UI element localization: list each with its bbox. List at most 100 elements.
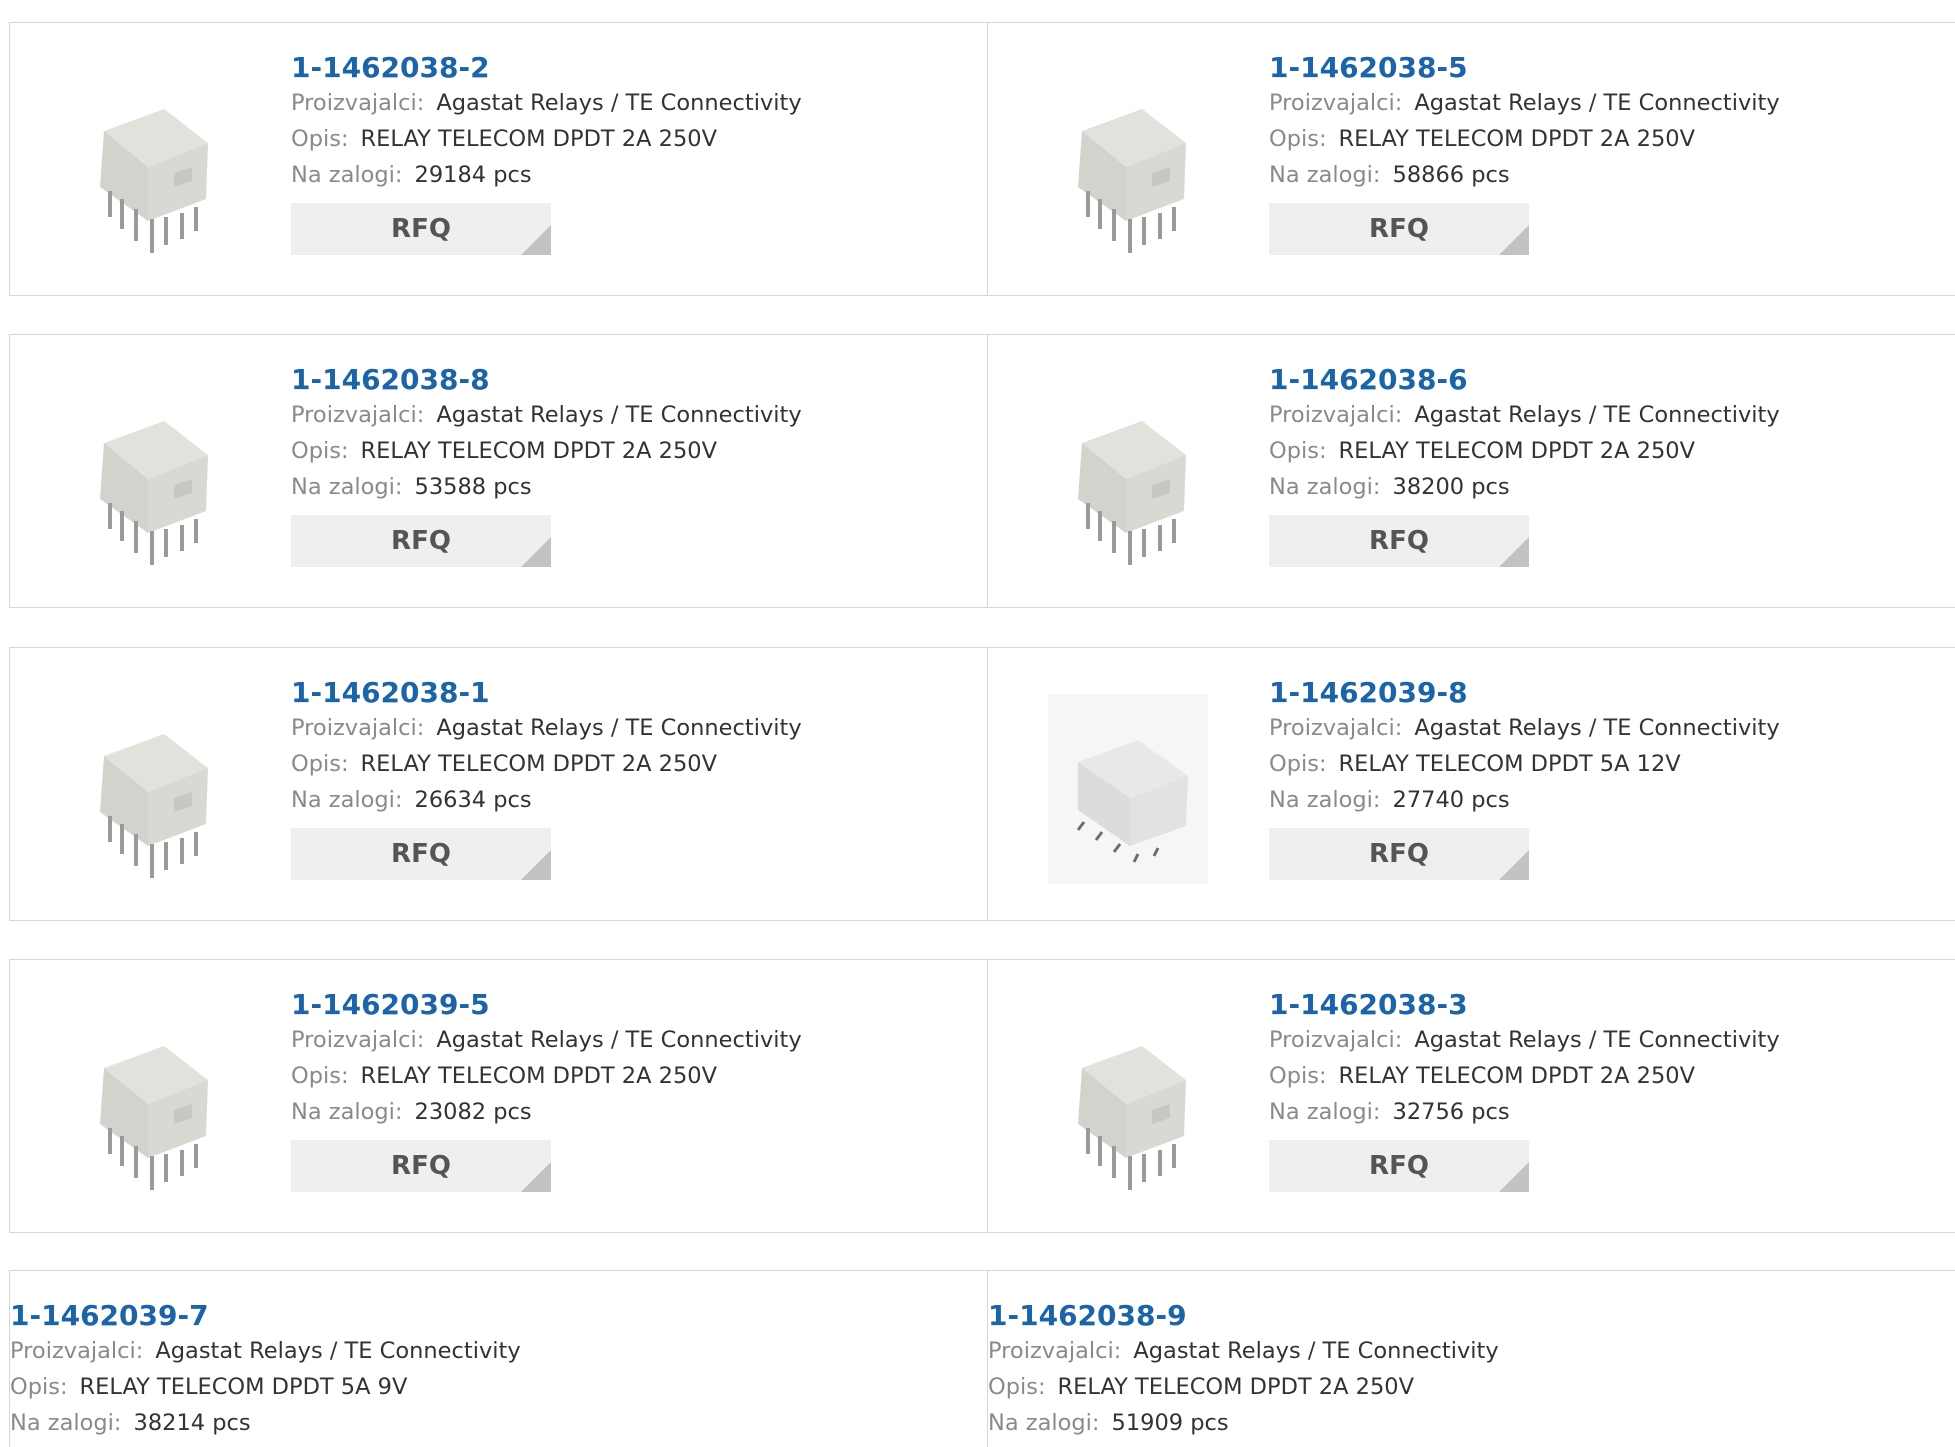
product-info: 1-1462038-9 Proizvajalci: Agastat Relays … bbox=[988, 1299, 1499, 1441]
stock-value: 32756 pcs bbox=[1392, 1099, 1510, 1125]
product-card: 1-1462038-6 Proizvajalci: Agastat Relays … bbox=[988, 335, 1955, 607]
stock-row: Na zalogi: 23082 pcs bbox=[291, 1094, 802, 1130]
stock-row: Na zalogi: 58866 pcs bbox=[1269, 157, 1780, 193]
stock-label: Na zalogi: bbox=[1269, 474, 1381, 500]
manufacturer-row: Proizvajalci: Agastat Relays / TE Connect… bbox=[988, 1333, 1499, 1369]
corner-triangle-icon bbox=[521, 850, 551, 880]
manufacturer-value: Agastat Relays / TE Connectivity bbox=[1414, 90, 1780, 116]
description-label: Opis: bbox=[291, 126, 349, 152]
manufacturer-value: Agastat Relays / TE Connectivity bbox=[1414, 402, 1780, 428]
description-row: Opis: RELAY TELECOM DPDT 5A 9V bbox=[10, 1369, 521, 1405]
manufacturer-value: Agastat Relays / TE Connectivity bbox=[1133, 1338, 1499, 1364]
description-value: RELAY TELECOM DPDT 2A 250V bbox=[360, 1063, 717, 1089]
product-part-link[interactable]: 1-1462038-9 bbox=[988, 1299, 1499, 1333]
manufacturer-label: Proizvajalci: bbox=[10, 1338, 144, 1364]
description-label: Opis: bbox=[1269, 438, 1327, 464]
product-image[interactable] bbox=[1048, 1006, 1208, 1196]
manufacturer-label: Proizvajalci: bbox=[291, 1027, 425, 1053]
manufacturer-row: Proizvajalci: Agastat Relays / TE Connect… bbox=[1269, 85, 1780, 121]
relay-image-icon bbox=[1048, 694, 1208, 884]
manufacturer-label: Proizvajalci: bbox=[1269, 715, 1403, 741]
rfq-button[interactable]: RFQ bbox=[1269, 828, 1529, 880]
manufacturer-value: Agastat Relays / TE Connectivity bbox=[436, 715, 802, 741]
description-value: RELAY TELECOM DPDT 5A 12V bbox=[1338, 751, 1681, 777]
manufacturer-label: Proizvajalci: bbox=[1269, 90, 1403, 116]
rfq-label: RFQ bbox=[1369, 1151, 1429, 1181]
stock-value: 26634 pcs bbox=[414, 787, 532, 813]
product-card: 1-1462038-2 Proizvajalci: Agastat Relays … bbox=[10, 23, 988, 295]
description-label: Opis: bbox=[291, 751, 349, 777]
product-image[interactable] bbox=[1048, 69, 1208, 259]
description-label: Opis: bbox=[1269, 751, 1327, 777]
description-value: RELAY TELECOM DPDT 2A 250V bbox=[1338, 438, 1695, 464]
product-image[interactable] bbox=[70, 69, 230, 259]
manufacturer-row: Proizvajalci: Agastat Relays / TE Connect… bbox=[1269, 1022, 1780, 1058]
stock-value: 38200 pcs bbox=[1392, 474, 1510, 500]
manufacturer-row: Proizvajalci: Agastat Relays / TE Connect… bbox=[291, 397, 802, 433]
description-label: Opis: bbox=[10, 1374, 68, 1400]
product-part-link[interactable]: 1-1462039-8 bbox=[1269, 676, 1780, 710]
manufacturer-label: Proizvajalci: bbox=[988, 1338, 1122, 1364]
product-image[interactable] bbox=[70, 694, 230, 884]
rfq-button[interactable]: RFQ bbox=[1269, 203, 1529, 255]
relay-image-icon bbox=[1048, 381, 1208, 571]
product-card: 1-1462038-3 Proizvajalci: Agastat Relays … bbox=[988, 960, 1955, 1232]
product-image[interactable] bbox=[1048, 694, 1208, 884]
product-part-link[interactable]: 1-1462039-7 bbox=[10, 1299, 521, 1333]
product-image[interactable] bbox=[1048, 381, 1208, 571]
manufacturer-label: Proizvajalci: bbox=[291, 715, 425, 741]
product-info: 1-1462038-2 Proizvajalci: Agastat Relays … bbox=[291, 51, 802, 255]
product-card: 1-1462039-7 Proizvajalci: Agastat Relays … bbox=[10, 1271, 988, 1447]
manufacturer-value: Agastat Relays / TE Connectivity bbox=[436, 1027, 802, 1053]
product-part-link[interactable]: 1-1462038-8 bbox=[291, 363, 802, 397]
manufacturer-label: Proizvajalci: bbox=[291, 90, 425, 116]
description-row: Opis: RELAY TELECOM DPDT 2A 250V bbox=[1269, 121, 1780, 157]
product-image[interactable] bbox=[70, 381, 230, 571]
manufacturer-row: Proizvajalci: Agastat Relays / TE Connect… bbox=[1269, 397, 1780, 433]
manufacturer-row: Proizvajalci: Agastat Relays / TE Connect… bbox=[1269, 710, 1780, 746]
rfq-label: RFQ bbox=[1369, 839, 1429, 869]
rfq-button[interactable]: RFQ bbox=[291, 828, 551, 880]
stock-label: Na zalogi: bbox=[291, 787, 403, 813]
product-part-link[interactable]: 1-1462038-5 bbox=[1269, 51, 1780, 85]
product-part-link[interactable]: 1-1462038-6 bbox=[1269, 363, 1780, 397]
stock-row: Na zalogi: 32756 pcs bbox=[1269, 1094, 1780, 1130]
product-row: 1-1462038-8 Proizvajalci: Agastat Relays … bbox=[9, 334, 1955, 608]
stock-label: Na zalogi: bbox=[291, 1099, 403, 1125]
product-part-link[interactable]: 1-1462038-2 bbox=[291, 51, 802, 85]
product-info: 1-1462038-6 Proizvajalci: Agastat Relays … bbox=[1269, 363, 1780, 567]
product-card: 1-1462038-8 Proizvajalci: Agastat Relays … bbox=[10, 335, 988, 607]
product-part-link[interactable]: 1-1462039-5 bbox=[291, 988, 802, 1022]
rfq-button[interactable]: RFQ bbox=[1269, 1140, 1529, 1192]
product-part-link[interactable]: 1-1462038-1 bbox=[291, 676, 802, 710]
product-card: 1-1462038-5 Proizvajalci: Agastat Relays … bbox=[988, 23, 1955, 295]
rfq-button[interactable]: RFQ bbox=[291, 515, 551, 567]
product-row: 1-1462038-2 Proizvajalci: Agastat Relays … bbox=[9, 22, 1955, 296]
stock-label: Na zalogi: bbox=[988, 1410, 1100, 1436]
manufacturer-row: Proizvajalci: Agastat Relays / TE Connect… bbox=[291, 1022, 802, 1058]
product-card: 1-1462039-8 Proizvajalci: Agastat Relays … bbox=[988, 648, 1955, 920]
description-value: RELAY TELECOM DPDT 2A 250V bbox=[360, 126, 717, 152]
product-part-link[interactable]: 1-1462038-3 bbox=[1269, 988, 1780, 1022]
description-row: Opis: RELAY TELECOM DPDT 2A 250V bbox=[291, 1058, 802, 1094]
description-value: RELAY TELECOM DPDT 2A 250V bbox=[1057, 1374, 1414, 1400]
stock-value: 53588 pcs bbox=[414, 474, 532, 500]
description-value: RELAY TELECOM DPDT 2A 250V bbox=[1338, 1063, 1695, 1089]
product-row: 1-1462039-5 Proizvajalci: Agastat Relays … bbox=[9, 959, 1955, 1233]
relay-image-icon bbox=[70, 694, 230, 884]
description-label: Opis: bbox=[1269, 1063, 1327, 1089]
rfq-button[interactable]: RFQ bbox=[291, 203, 551, 255]
relay-image-icon bbox=[70, 381, 230, 571]
stock-label: Na zalogi: bbox=[1269, 1099, 1381, 1125]
stock-row: Na zalogi: 27740 pcs bbox=[1269, 782, 1780, 818]
product-info: 1-1462039-8 Proizvajalci: Agastat Relays … bbox=[1269, 676, 1780, 880]
rfq-button[interactable]: RFQ bbox=[291, 1140, 551, 1192]
stock-row: Na zalogi: 38214 pcs bbox=[10, 1405, 521, 1441]
description-row: Opis: RELAY TELECOM DPDT 5A 12V bbox=[1269, 746, 1780, 782]
relay-image-icon bbox=[1048, 1006, 1208, 1196]
rfq-button[interactable]: RFQ bbox=[1269, 515, 1529, 567]
product-image[interactable] bbox=[70, 1006, 230, 1196]
stock-value: 27740 pcs bbox=[1392, 787, 1510, 813]
product-row: 1-1462038-1 Proizvajalci: Agastat Relays … bbox=[9, 647, 1955, 921]
description-row: Opis: RELAY TELECOM DPDT 2A 250V bbox=[291, 433, 802, 469]
